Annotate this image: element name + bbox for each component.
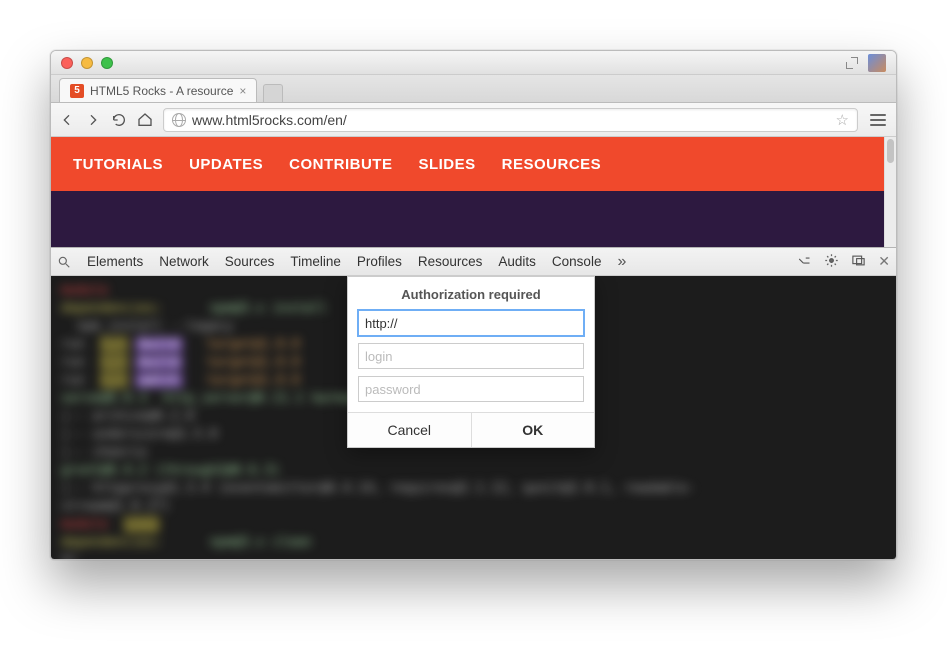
page-content: TUTORIALS UPDATES CONTRIBUTE SLIDES RESO… <box>51 137 896 247</box>
toolbar: www.html5rocks.com/en/ ☆ <box>51 103 896 137</box>
search-icon[interactable] <box>57 255 71 269</box>
auth-password-input[interactable] <box>358 376 584 402</box>
cancel-button[interactable]: Cancel <box>348 413 471 447</box>
site-hero <box>51 191 896 247</box>
window-titlebar <box>51 51 896 75</box>
window-controls <box>51 57 113 69</box>
devtools-tab-elements[interactable]: Elements <box>87 254 143 269</box>
auth-login-input[interactable] <box>358 343 584 369</box>
dialog-title: Authorization required <box>348 277 594 310</box>
home-button[interactable] <box>137 112 153 128</box>
devtools-tab-network[interactable]: Network <box>159 254 209 269</box>
profile-avatar[interactable] <box>868 54 886 72</box>
settings-gear-icon[interactable] <box>824 253 839 271</box>
window-minimize-button[interactable] <box>81 57 93 69</box>
back-button[interactable] <box>59 112 75 128</box>
devtools-tab-timeline[interactable]: Timeline <box>290 254 341 269</box>
window-maximize-button[interactable] <box>101 57 113 69</box>
url-text: www.html5rocks.com/en/ <box>192 112 347 128</box>
authorization-dialog: Authorization required Cancel OK <box>347 276 595 448</box>
devtools-tab-audits[interactable]: Audits <box>498 254 536 269</box>
nav-link-contribute[interactable]: CONTRIBUTE <box>289 156 392 173</box>
tab-title: HTML5 Rocks - A resource <box>90 84 233 98</box>
bookmark-star-icon[interactable]: ☆ <box>836 111 849 129</box>
devtools-panel: Elements Network Sources Timeline Profil… <box>51 247 896 560</box>
dock-side-icon[interactable] <box>851 253 866 271</box>
devtools-tab-profiles[interactable]: Profiles <box>357 254 402 269</box>
address-bar[interactable]: www.html5rocks.com/en/ ☆ <box>163 108 858 132</box>
html5-favicon-icon: 5 <box>70 84 84 98</box>
toggle-drawer-icon[interactable] <box>797 253 812 271</box>
chrome-menu-icon[interactable] <box>868 112 888 128</box>
nav-link-slides[interactable]: SLIDES <box>418 156 475 173</box>
fullscreen-icon[interactable] <box>846 57 858 69</box>
nav-link-updates[interactable]: UPDATES <box>189 156 263 173</box>
devtools-close-icon[interactable]: ✕ <box>878 253 890 270</box>
auth-url-input[interactable] <box>358 310 584 336</box>
globe-icon <box>172 113 186 127</box>
devtools-tab-resources[interactable]: Resources <box>418 254 483 269</box>
forward-button[interactable] <box>85 112 101 128</box>
devtools-overflow-icon[interactable]: » <box>617 253 626 271</box>
reload-button[interactable] <box>111 112 127 128</box>
devtools-body: module dependencies: npm@3.x install npm… <box>51 276 896 560</box>
window-close-button[interactable] <box>61 57 73 69</box>
new-tab-button[interactable] <box>263 84 283 102</box>
site-navigation: TUTORIALS UPDATES CONTRIBUTE SLIDES RESO… <box>51 137 896 191</box>
browser-tab[interactable]: 5 HTML5 Rocks - A resource × <box>59 78 257 102</box>
nav-link-tutorials[interactable]: TUTORIALS <box>73 156 163 173</box>
tab-strip: 5 HTML5 Rocks - A resource × <box>51 75 896 103</box>
devtools-tab-sources[interactable]: Sources <box>225 254 275 269</box>
ok-button[interactable]: OK <box>471 413 595 447</box>
nav-link-resources[interactable]: RESOURCES <box>502 156 602 173</box>
page-scrollbar[interactable] <box>884 137 896 247</box>
tab-close-icon[interactable]: × <box>239 84 246 98</box>
devtools-tab-console[interactable]: Console <box>552 254 602 269</box>
page-viewport: TUTORIALS UPDATES CONTRIBUTE SLIDES RESO… <box>51 137 896 247</box>
browser-window: 5 HTML5 Rocks - A resource × www.html5ro… <box>50 50 897 560</box>
devtools-tabbar: Elements Network Sources Timeline Profil… <box>51 248 896 276</box>
